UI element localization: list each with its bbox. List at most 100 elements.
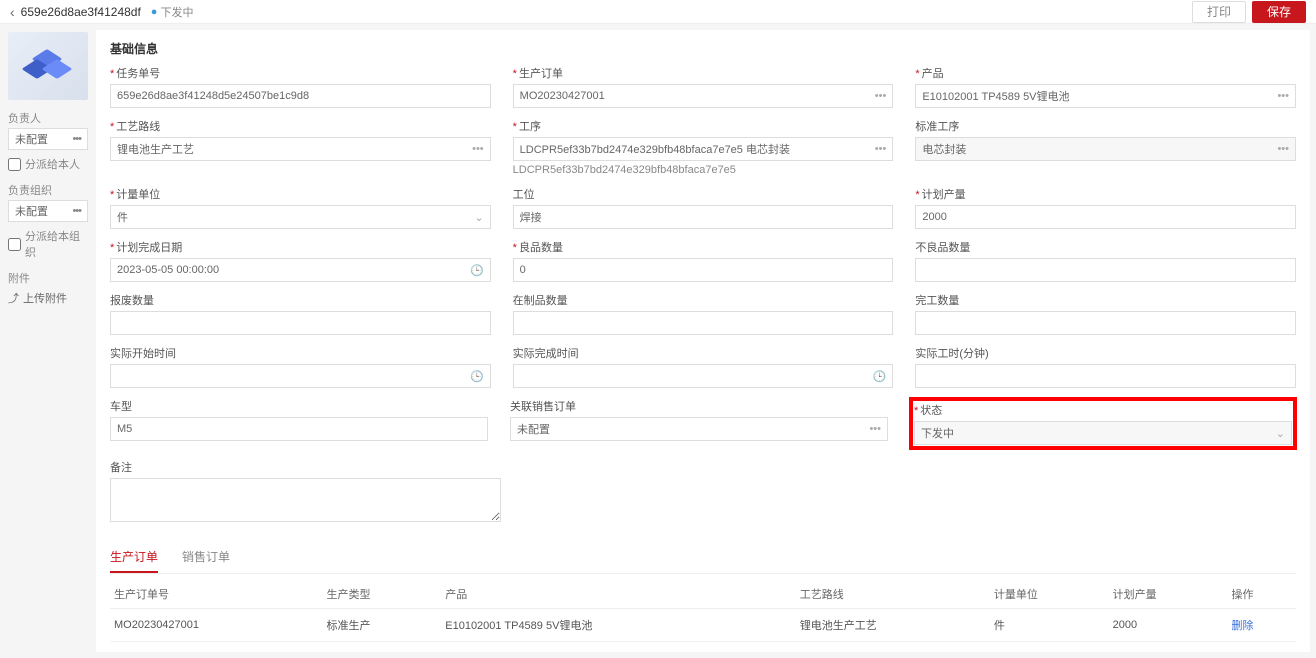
table-row: MO20230427001 标准生产 E10102001 TP4589 5V锂电… <box>110 609 1296 642</box>
th-order-no: 生产订单号 <box>110 580 322 609</box>
plan-qty-input[interactable] <box>915 205 1296 229</box>
ellipsis-icon: ••• <box>869 423 881 435</box>
model-input[interactable] <box>110 417 488 441</box>
product-label: 产品 <box>922 68 944 80</box>
prod-order-input[interactable]: ••• <box>513 84 894 108</box>
dispatch-owner-checkbox[interactable]: 分派给本人 <box>8 156 88 172</box>
cell-product: E10102001 TP4589 5V锂电池 <box>441 609 795 642</box>
unit-label: 计量单位 <box>116 189 160 201</box>
tab-prod-order[interactable]: 生产订单 <box>110 542 158 573</box>
done-qty-label: 完工数量 <box>915 295 959 307</box>
scrap-qty-input[interactable] <box>110 311 491 335</box>
model-label: 车型 <box>110 401 132 413</box>
product-input[interactable]: ••• <box>915 84 1296 108</box>
bad-qty-label: 不良品数量 <box>915 242 970 254</box>
real-hours-input[interactable] <box>915 364 1296 388</box>
clock-icon: 🕒 <box>470 264 484 277</box>
std-proc-label: 标准工序 <box>915 121 959 133</box>
org-value: 未配置 <box>15 203 48 219</box>
save-button[interactable]: 保存 <box>1252 1 1306 23</box>
upload-button[interactable]: ⤴ 上传附件 <box>8 290 88 306</box>
status-highlight: *状态 ⌄ <box>910 398 1296 449</box>
tab-sales-order[interactable]: 销售订单 <box>182 542 230 573</box>
good-qty-label: 良品数量 <box>519 242 563 254</box>
real-end-input[interactable]: 🕒 <box>513 364 894 388</box>
tabbar: 生产订单 销售订单 <box>110 542 1296 574</box>
page-title: 659e26d8ae3f41248df <box>21 5 141 19</box>
sidebar: 负责人 未配置 ••• 分派给本人 负责组织 未配置 ••• 分派给本组织 附件… <box>0 24 96 658</box>
status-badge: 下发中 <box>160 4 193 20</box>
station-label: 工位 <box>513 189 535 201</box>
print-button[interactable]: 打印 <box>1192 1 1246 23</box>
cell-order-no: MO20230427001 <box>110 609 322 642</box>
dispatch-org-checkbox[interactable]: 分派给本组织 <box>8 228 88 260</box>
task-no-input[interactable] <box>110 84 491 108</box>
std-proc-input[interactable]: ••• <box>915 137 1296 161</box>
plan-qty-label: 计划产量 <box>922 189 966 201</box>
ellipsis-icon: ••• <box>875 143 887 155</box>
owner-label: 负责人 <box>8 110 88 126</box>
sales-ord-input[interactable]: ••• <box>510 417 888 441</box>
org-picker[interactable]: 未配置 ••• <box>8 200 88 222</box>
section-title: 基础信息 <box>110 40 1296 57</box>
cell-unit: 件 <box>990 609 1109 642</box>
th-product: 产品 <box>441 580 795 609</box>
status-label: 状态 <box>920 405 942 417</box>
cell-type: 标准生产 <box>322 609 441 642</box>
real-start-input[interactable]: 🕒 <box>110 364 491 388</box>
done-qty-input[interactable] <box>915 311 1296 335</box>
ellipsis-icon: ••• <box>472 143 484 155</box>
sales-ord-label: 关联销售订单 <box>510 401 576 413</box>
real-end-label: 实际完成时间 <box>513 348 579 360</box>
route-input[interactable]: ••• <box>110 137 491 161</box>
clock-icon: 🕒 <box>470 370 484 383</box>
station-input[interactable] <box>513 205 894 229</box>
status-dot: ● <box>151 6 158 18</box>
ellipsis-icon: ••• <box>1277 90 1289 102</box>
wip-qty-label: 在制品数量 <box>513 295 568 307</box>
chevron-down-icon: ⌄ <box>1276 427 1285 440</box>
chevron-down-icon: ⌄ <box>474 211 483 224</box>
prod-order-label: 生产订单 <box>519 68 563 80</box>
wip-qty-input[interactable] <box>513 311 894 335</box>
th-type: 生产类型 <box>322 580 441 609</box>
main-panel: 基础信息 *任务单号 *生产订单 ••• *产品 ••• *工艺路线 ••• *… <box>96 30 1310 652</box>
proc-hint: LDCPR5ef33b7bd2474e329bfb48bfaca7e7e5 <box>513 164 894 176</box>
topbar: ‹ 659e26d8ae3f41248df ● 下发中 打印 保存 <box>0 0 1316 24</box>
th-unit: 计量单位 <box>990 580 1109 609</box>
owner-value: 未配置 <box>15 131 48 147</box>
real-hours-label: 实际工时(分钟) <box>915 348 988 360</box>
good-qty-input[interactable] <box>513 258 894 282</box>
task-no-label: 任务单号 <box>116 68 160 80</box>
cell-qty: 2000 <box>1109 609 1228 642</box>
org-label: 负责组织 <box>8 182 88 198</box>
real-start-label: 实际开始时间 <box>110 348 176 360</box>
scrap-qty-label: 报废数量 <box>110 295 154 307</box>
proc-input[interactable]: ••• <box>513 137 894 161</box>
dispatch-org-input[interactable] <box>8 238 21 251</box>
plan-end-input[interactable]: 🕒 <box>110 258 491 282</box>
owner-picker[interactable]: 未配置 ••• <box>8 128 88 150</box>
dispatch-owner-input[interactable] <box>8 158 21 171</box>
th-qty: 计划产量 <box>1109 580 1228 609</box>
order-table: 生产订单号 生产类型 产品 工艺路线 计量单位 计划产量 操作 MO202304… <box>110 580 1296 642</box>
remark-label: 备注 <box>110 462 132 474</box>
back-icon[interactable]: ‹ <box>10 4 15 20</box>
status-select[interactable]: ⌄ <box>914 421 1292 445</box>
bad-qty-input[interactable] <box>915 258 1296 282</box>
cell-route: 锂电池生产工艺 <box>796 609 990 642</box>
route-label: 工艺路线 <box>116 121 160 133</box>
attach-label: 附件 <box>8 270 88 286</box>
unit-select[interactable]: ⌄ <box>110 205 491 229</box>
product-thumbnail <box>8 32 88 100</box>
ellipsis-icon: ••• <box>875 90 887 102</box>
th-route: 工艺路线 <box>796 580 990 609</box>
remark-textarea[interactable] <box>110 478 501 522</box>
proc-label: 工序 <box>519 121 541 133</box>
ellipsis-icon: ••• <box>72 205 81 217</box>
ellipsis-icon: ••• <box>1277 143 1289 155</box>
plan-end-label: 计划完成日期 <box>116 242 182 254</box>
upload-icon: ⤴ <box>8 290 19 306</box>
clock-icon: 🕒 <box>873 370 887 383</box>
cell-delete[interactable]: 删除 <box>1227 609 1296 642</box>
